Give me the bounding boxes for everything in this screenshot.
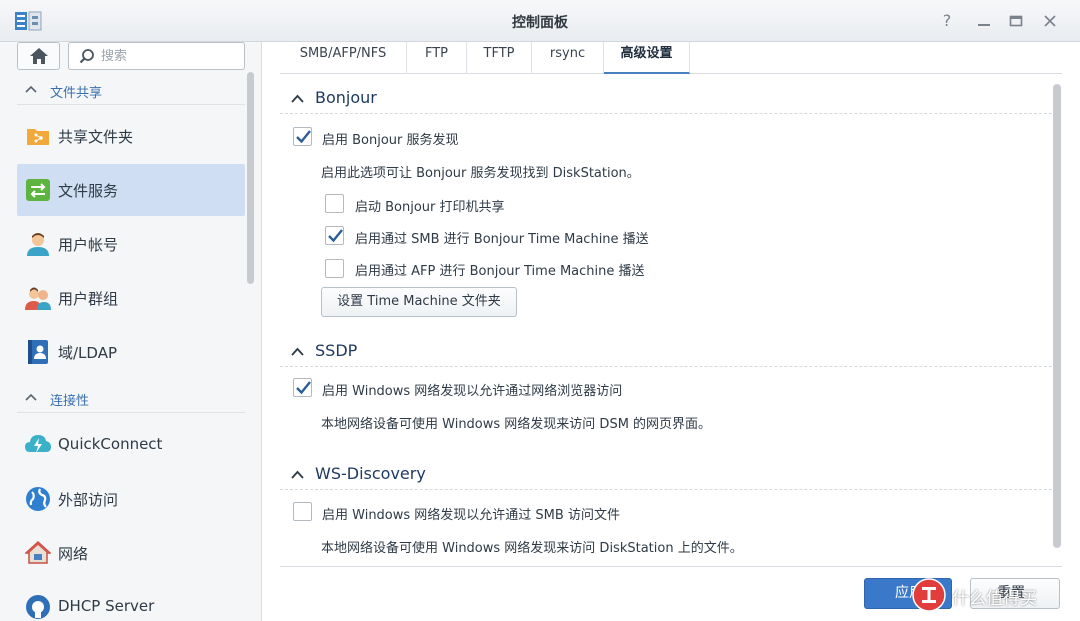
- title-bar: 控制面板 ?: [0, 0, 1080, 42]
- sidebar-item-dhcp-server[interactable]: DHCP Server: [17, 581, 245, 621]
- wsd-enable-label: 启用 Windows 网络发现以允许通过 SMB 访问文件: [322, 508, 620, 523]
- ssdp-enable-label: 启用 Windows 网络发现以允许通过网络浏览器访问: [322, 384, 623, 399]
- group-label: 连接性: [50, 394, 90, 409]
- chevron-up-icon: [25, 85, 37, 93]
- checkmark-icon: [328, 229, 343, 243]
- section-title: Bonjour: [315, 88, 377, 107]
- sidebar-item-user-group[interactable]: 用户群组: [17, 272, 245, 324]
- bonjour-printer-sharing-label: 启动 Bonjour 打印机共享: [355, 200, 505, 215]
- tab-advanced-settings[interactable]: 高级设置: [604, 42, 690, 74]
- bonjour-description: 启用此选项可让 Bonjour 服务发现找到 DiskStation。: [321, 166, 640, 181]
- sidebar-item-external-access[interactable]: 外部访问: [17, 473, 245, 525]
- section-header-ws-discovery[interactable]: WS-Discovery: [280, 456, 1052, 490]
- sidebar-item-label: 用户群组: [58, 290, 119, 308]
- sidebar-item-label: QuickConnect: [58, 435, 163, 453]
- sidebar-item-shared-folder[interactable]: 共享文件夹: [17, 110, 245, 162]
- sidebar: 文件共享 共享文件夹 文件服务 用户帐号: [0, 42, 262, 621]
- home-icon: [30, 48, 48, 64]
- checkmark-icon: [296, 130, 311, 144]
- settings-content: Bonjour 启用 Bonjour 服务发现 启用此选项可让 Bonjour …: [280, 80, 1052, 566]
- chevron-up-icon: [25, 393, 37, 401]
- bonjour-smb-timemachine-label: 启用通过 SMB 进行 Bonjour Time Machine 播送: [355, 232, 649, 247]
- tab-bar: SMB/AFP/NFS FTP TFTP rsync 高级设置: [280, 42, 1062, 74]
- wsd-description: 本地网络设备可使用 Windows 网络发现来访问 DiskStation 上的…: [321, 541, 743, 556]
- close-icon[interactable]: [1040, 11, 1060, 31]
- sidebar-item-label: 网络: [58, 545, 89, 563]
- watermark: 什么值得买: [912, 578, 1072, 612]
- tab-ftp[interactable]: FTP: [407, 42, 467, 74]
- sidebar-item-label: 用户帐号: [58, 236, 119, 254]
- sidebar-item-label: 共享文件夹: [58, 128, 134, 146]
- watermark-logo-icon: [912, 578, 946, 612]
- search-box[interactable]: [68, 42, 245, 70]
- search-input[interactable]: [101, 47, 241, 65]
- tab-rsync[interactable]: rsync: [532, 42, 604, 74]
- bonjour-afp-timemachine-label: 启用通过 AFP 进行 Bonjour Time Machine 播送: [355, 264, 645, 279]
- sidebar-item-network[interactable]: 网络: [17, 527, 245, 579]
- sidebar-item-label: 外部访问: [58, 491, 119, 509]
- section-header-ssdp[interactable]: SSDP: [280, 333, 1052, 367]
- sidebar-item-domain-ldap[interactable]: 域/LDAP: [17, 326, 245, 378]
- wsd-enable-checkbox[interactable]: [293, 502, 312, 521]
- globe-icon: [26, 487, 50, 511]
- bonjour-printer-sharing-checkbox[interactable]: [325, 194, 344, 213]
- group-icon: [25, 287, 51, 310]
- section-title: WS-Discovery: [315, 464, 426, 483]
- sidebar-item-label: 文件服务: [58, 182, 119, 200]
- shared-folder-icon: [27, 129, 49, 145]
- dhcp-icon: [26, 595, 50, 619]
- search-icon: [79, 49, 94, 64]
- section-title: SSDP: [315, 341, 358, 360]
- section-header-bonjour[interactable]: Bonjour: [280, 80, 1052, 114]
- bonjour-enable-checkbox[interactable]: [293, 127, 312, 146]
- watermark-text: 什么值得买: [952, 589, 1037, 609]
- tab-smb-afp-nfs[interactable]: SMB/AFP/NFS: [280, 42, 407, 74]
- ssdp-enable-checkbox[interactable]: [293, 378, 312, 397]
- ssdp-description: 本地网络设备可使用 Windows 网络发现来访问 DSM 的网页界面。: [321, 417, 712, 432]
- group-label: 文件共享: [50, 86, 103, 101]
- maximize-icon[interactable]: [1006, 11, 1026, 31]
- window-title: 控制面板: [512, 15, 568, 31]
- group-header-connectivity[interactable]: 连接性: [17, 385, 245, 413]
- minimize-icon[interactable]: [974, 11, 994, 31]
- bonjour-afp-timemachine-checkbox[interactable]: [325, 259, 344, 278]
- tab-tftp[interactable]: TFTP: [467, 42, 532, 74]
- help-icon[interactable]: ?: [937, 11, 957, 31]
- file-services-icon: [26, 179, 50, 201]
- bonjour-smb-timemachine-checkbox[interactable]: [325, 226, 344, 245]
- chevron-up-icon: [291, 347, 304, 356]
- sidebar-scrollbar[interactable]: [247, 72, 254, 284]
- home-button[interactable]: [17, 42, 60, 70]
- content-scrollbar[interactable]: [1053, 84, 1061, 548]
- user-icon: [27, 233, 49, 256]
- chevron-up-icon: [291, 94, 304, 103]
- sidebar-item-label: 域/LDAP: [58, 344, 118, 362]
- sidebar-item-quickconnect[interactable]: QuickConnect: [17, 419, 245, 471]
- sidebar-item-label: DHCP Server: [58, 597, 155, 615]
- checkmark-icon: [296, 381, 311, 395]
- network-icon: [25, 540, 51, 564]
- quickconnect-icon: [25, 435, 51, 453]
- chevron-up-icon: [291, 470, 304, 479]
- group-header-file-sharing[interactable]: 文件共享: [17, 77, 245, 105]
- sidebar-item-file-services[interactable]: 文件服务: [17, 164, 245, 216]
- set-time-machine-folder-button[interactable]: 设置 Time Machine 文件夹: [321, 287, 517, 317]
- sidebar-item-user-account[interactable]: 用户帐号: [17, 218, 245, 270]
- domain-ldap-icon: [28, 340, 48, 364]
- bonjour-enable-label: 启用 Bonjour 服务发现: [322, 133, 459, 148]
